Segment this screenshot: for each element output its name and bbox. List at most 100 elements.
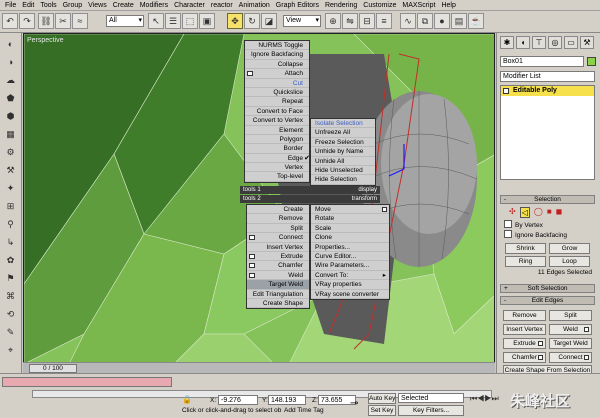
menu-maxscript[interactable]: MAXScript — [399, 0, 438, 11]
quad-item-edge[interactable]: Edge ✔ — [245, 154, 310, 164]
target-weld-button[interactable]: Target Weld — [549, 338, 592, 349]
quad-item-split[interactable]: Split — [247, 224, 309, 234]
pivot-center-icon[interactable]: ⊕ — [325, 13, 341, 29]
tool-icon[interactable]: ↳ — [3, 235, 18, 249]
y-coordinate-field[interactable]: 148.193 — [268, 395, 306, 405]
ring-button[interactable]: Ring — [505, 256, 546, 267]
quad-item-wire-parameters[interactable]: Wire Parameters... — [311, 261, 389, 271]
quad-item-cut[interactable]: Cut — [245, 79, 309, 88]
loop-button[interactable]: Loop — [549, 256, 590, 267]
menu-tools[interactable]: Tools — [37, 0, 59, 11]
menu-create[interactable]: Create — [110, 0, 137, 11]
quick-render-icon[interactable]: ☕ — [468, 13, 484, 29]
quad-item-vray-scene-converter[interactable]: VRay scene converter — [311, 290, 389, 299]
tool-icon[interactable]: ☁ — [3, 73, 18, 87]
create-tab-icon[interactable]: ✱ — [500, 36, 514, 49]
menu-rendering[interactable]: Rendering — [322, 0, 360, 11]
tool-icon[interactable]: ⊞ — [3, 199, 18, 213]
quad-item-scale[interactable]: Scale — [311, 224, 389, 234]
rollout-selection[interactable]: - Selection — [500, 195, 595, 204]
modify-tab-icon[interactable]: ◖ — [516, 36, 530, 49]
quad-item-chamfer[interactable]: Chamfer — [247, 261, 309, 271]
shrink-button[interactable]: Shrink — [505, 243, 546, 254]
weld-button[interactable]: Weld — [549, 324, 592, 335]
quad-item-quickslice[interactable]: Quickslice — [245, 88, 309, 98]
object-color-swatch[interactable] — [587, 57, 596, 66]
insert-vertex-button[interactable]: Insert Vertex — [503, 324, 546, 335]
set-key-button[interactable]: Set Key — [368, 405, 396, 416]
tool-icon[interactable]: ⟲ — [3, 307, 18, 321]
quad-item-polygon[interactable]: Polygon — [245, 135, 309, 145]
perspective-viewport[interactable]: Perspective NURMS Toggle Ignore Backfacin… — [23, 33, 495, 373]
extrude-button[interactable]: Extrude — [503, 338, 546, 349]
remove-button[interactable]: Remove — [503, 310, 546, 321]
connect-settings-icon[interactable] — [584, 355, 589, 360]
link-icon[interactable]: ⛓ — [38, 13, 54, 29]
auto-key-button[interactable]: Auto Key — [368, 393, 396, 404]
menu-character[interactable]: Character — [171, 0, 208, 11]
display-tab-icon[interactable]: ▭ — [564, 36, 578, 49]
motion-tab-icon[interactable]: ◎ — [548, 36, 562, 49]
connect-button[interactable]: Connect — [549, 352, 592, 363]
quad-item-vertex[interactable]: Vertex — [245, 163, 309, 173]
edge-level-icon[interactable]: ◁ — [519, 207, 530, 218]
menu-animation[interactable]: Animation — [236, 0, 273, 11]
quad-item-unhide-all[interactable]: Unhide All — [311, 157, 375, 166]
quad-item-ignore-backfacing[interactable]: Ignore Backfacing — [245, 50, 309, 60]
quad-item-create[interactable]: Create — [247, 205, 309, 215]
playback-controls-icon[interactable]: ⏮◀▶⏭ — [470, 394, 499, 404]
layer-manager-icon[interactable]: ≡ — [376, 13, 392, 29]
lock-icon[interactable]: 🔒 — [182, 395, 192, 404]
rollout-edit-edges[interactable]: - Edit Edges — [500, 296, 595, 305]
tool-icon[interactable]: ◐ — [3, 37, 18, 51]
utilities-tab-icon[interactable]: ⚒ — [580, 36, 594, 49]
quad-item-repeat[interactable]: Repeat — [245, 97, 309, 107]
schematic-view-icon[interactable]: ⧉ — [417, 13, 433, 29]
quad-item-insert-vertex[interactable]: Insert Vertex — [247, 243, 309, 252]
menu-views[interactable]: Views — [85, 0, 110, 11]
menu-group[interactable]: Group — [60, 0, 85, 11]
quad-item-top-level[interactable]: Top-level — [245, 172, 309, 182]
tool-icon[interactable]: ⚲ — [3, 217, 18, 231]
stack-item-editable-poly[interactable]: Editable Poly — [501, 86, 594, 96]
settings-box-icon[interactable] — [249, 272, 255, 278]
key-mode-dropdown[interactable]: Selected — [398, 393, 464, 403]
quad-item-vray-properties[interactable]: VRay properties — [311, 280, 389, 290]
quad-item-connect[interactable]: Connect — [247, 233, 309, 243]
chamfer-button[interactable]: Chamfer — [503, 352, 546, 363]
quad-item-hide-unselected[interactable]: Hide Unselected — [311, 166, 375, 176]
quad-item-target-weld[interactable]: Target Weld — [247, 280, 309, 290]
rollout-soft-selection[interactable]: + Soft Selection — [500, 284, 595, 293]
tool-icon[interactable]: ⚑ — [3, 271, 18, 285]
x-coordinate-field[interactable]: -9.276 — [218, 395, 258, 405]
time-slider[interactable]: 0 / 100 — [29, 364, 77, 373]
menu-edit[interactable]: Edit — [19, 0, 37, 11]
by-vertex-checkbox[interactable]: By Vertex — [504, 220, 543, 230]
quad-item-extrude[interactable]: Extrude — [247, 252, 309, 262]
tool-icon[interactable]: ⬢ — [3, 109, 18, 123]
tool-icon[interactable]: ⌘ — [3, 289, 18, 303]
quad-item-hide-selection[interactable]: Hide Selection — [311, 175, 375, 185]
quad-item-move[interactable]: Move — [311, 205, 389, 215]
quad-item-clone[interactable]: Clone — [311, 233, 389, 243]
border-level-icon[interactable]: ◯ — [534, 207, 543, 218]
render-scene-icon[interactable]: ▤ — [451, 13, 467, 29]
modifier-list-dropdown[interactable]: Modifier List — [500, 71, 595, 82]
tool-icon[interactable]: ◑ — [3, 55, 18, 69]
vertex-level-icon[interactable]: ✣ — [509, 207, 516, 218]
curve-editor-icon[interactable]: ∿ — [400, 13, 416, 29]
menu-help[interactable]: Help — [438, 0, 458, 11]
tool-icon[interactable]: ▦ — [3, 127, 18, 141]
tool-icon[interactable]: ⚒ — [3, 163, 18, 177]
quad-item-create-shape[interactable]: Create Shape — [247, 299, 309, 309]
quad-item-curve-editor[interactable]: Curve Editor... — [311, 252, 389, 262]
polygon-level-icon[interactable]: ■ — [547, 207, 552, 218]
add-time-tag-button[interactable]: Add Time Tag — [284, 407, 324, 414]
menu-customize[interactable]: Customize — [360, 0, 399, 11]
quad-item-remove[interactable]: Remove — [247, 214, 309, 224]
split-button[interactable]: Split — [549, 310, 592, 321]
chamfer-settings-icon[interactable] — [538, 355, 543, 360]
quad-item-edit-triangulation[interactable]: Edit Triangulation — [247, 290, 309, 299]
weld-settings-icon[interactable] — [584, 327, 589, 332]
selection-filter-dropdown[interactable]: All — [106, 15, 144, 27]
